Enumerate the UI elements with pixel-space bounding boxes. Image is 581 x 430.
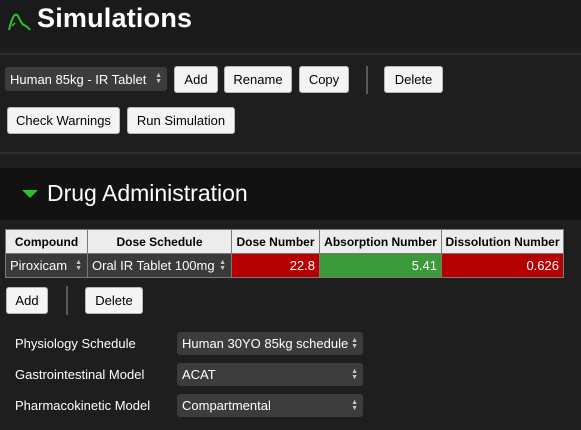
column-header-compound: Compound [5, 229, 88, 254]
physiology-schedule-label: Physiology Schedule [15, 336, 136, 351]
table-row[interactable]: Piroxicam ▲ ▼ Oral IR Tablet 100mg ▲ ▼ 22.… [5, 253, 564, 278]
expand-triangle-icon[interactable] [22, 190, 38, 198]
section-title: Drug Administration [47, 180, 248, 206]
select-arrows-icon: ▲ ▼ [155, 72, 162, 85]
check-warnings-button[interactable]: Check Warnings [7, 107, 120, 134]
gastrointestinal-model-value: ACAT [182, 367, 216, 382]
drug-administration-table: Compound Dose Schedule Dose Number Absor… [5, 229, 564, 278]
pharmacokinetic-model-select[interactable]: Compartmental ▲ ▼ [177, 394, 363, 417]
compound-select[interactable]: Piroxicam ▲ ▼ [5, 253, 88, 278]
physiology-schedule-value: Human 30YO 85kg schedule [182, 336, 349, 351]
rename-button[interactable]: Rename [224, 66, 292, 93]
add-administration-button[interactable]: Add [6, 287, 48, 314]
pharmacokinetic-model-label: Pharmacokinetic Model [15, 398, 151, 413]
page-title: Simulations [37, 3, 193, 33]
run-simulation-button[interactable]: Run Simulation [127, 107, 235, 134]
curve-logo-icon [8, 13, 31, 31]
add-simulation-button[interactable]: Add [174, 66, 218, 93]
absorption-number-cell: 5.41 [319, 253, 442, 278]
drug-administration-section-header[interactable]: Drug Administration [0, 168, 581, 220]
select-arrows-icon: ▲ ▼ [75, 258, 82, 272]
dose-schedule-value: Oral IR Tablet 100mg [92, 258, 215, 273]
copy-button[interactable]: Copy [299, 66, 349, 93]
select-arrows-icon: ▲ ▼ [351, 398, 358, 412]
toolbar-separator [66, 286, 68, 315]
simulation-select[interactable]: Human 85kg - IR Tablet ▲ ▼ [5, 67, 167, 91]
toolbar-separator [366, 66, 368, 94]
divider [0, 152, 581, 154]
column-header-dose-schedule: Dose Schedule [87, 229, 232, 254]
select-arrows-icon: ▲ ▼ [351, 336, 358, 350]
divider [0, 53, 581, 55]
header: Simulations [0, 0, 581, 48]
column-header-absorption-number: Absorption Number [319, 229, 442, 254]
delete-administration-button[interactable]: Delete [85, 287, 143, 314]
gastrointestinal-model-label: Gastrointestinal Model [15, 367, 145, 382]
gastrointestinal-model-select[interactable]: ACAT ▲ ▼ [177, 363, 363, 386]
physiology-schedule-select[interactable]: Human 30YO 85kg schedule ▲ ▼ [177, 332, 363, 355]
dose-number-cell: 22.8 [231, 253, 320, 278]
simulation-select-value: Human 85kg - IR Tablet [10, 71, 147, 87]
pharmacokinetic-model-value: Compartmental [182, 398, 271, 413]
select-arrows-icon: ▲ ▼ [351, 367, 358, 381]
dose-schedule-select[interactable]: Oral IR Tablet 100mg ▲ ▼ [87, 253, 232, 278]
dissolution-number-cell: 0.626 [441, 253, 564, 278]
compound-value: Piroxicam [10, 258, 68, 273]
select-arrows-icon: ▲ ▼ [219, 258, 226, 272]
column-header-dose-number: Dose Number [231, 229, 320, 254]
delete-simulation-button[interactable]: Delete [384, 66, 443, 93]
table-header-row: Compound Dose Schedule Dose Number Absor… [5, 229, 564, 254]
column-header-dissolution-number: Dissolution Number [441, 229, 564, 254]
